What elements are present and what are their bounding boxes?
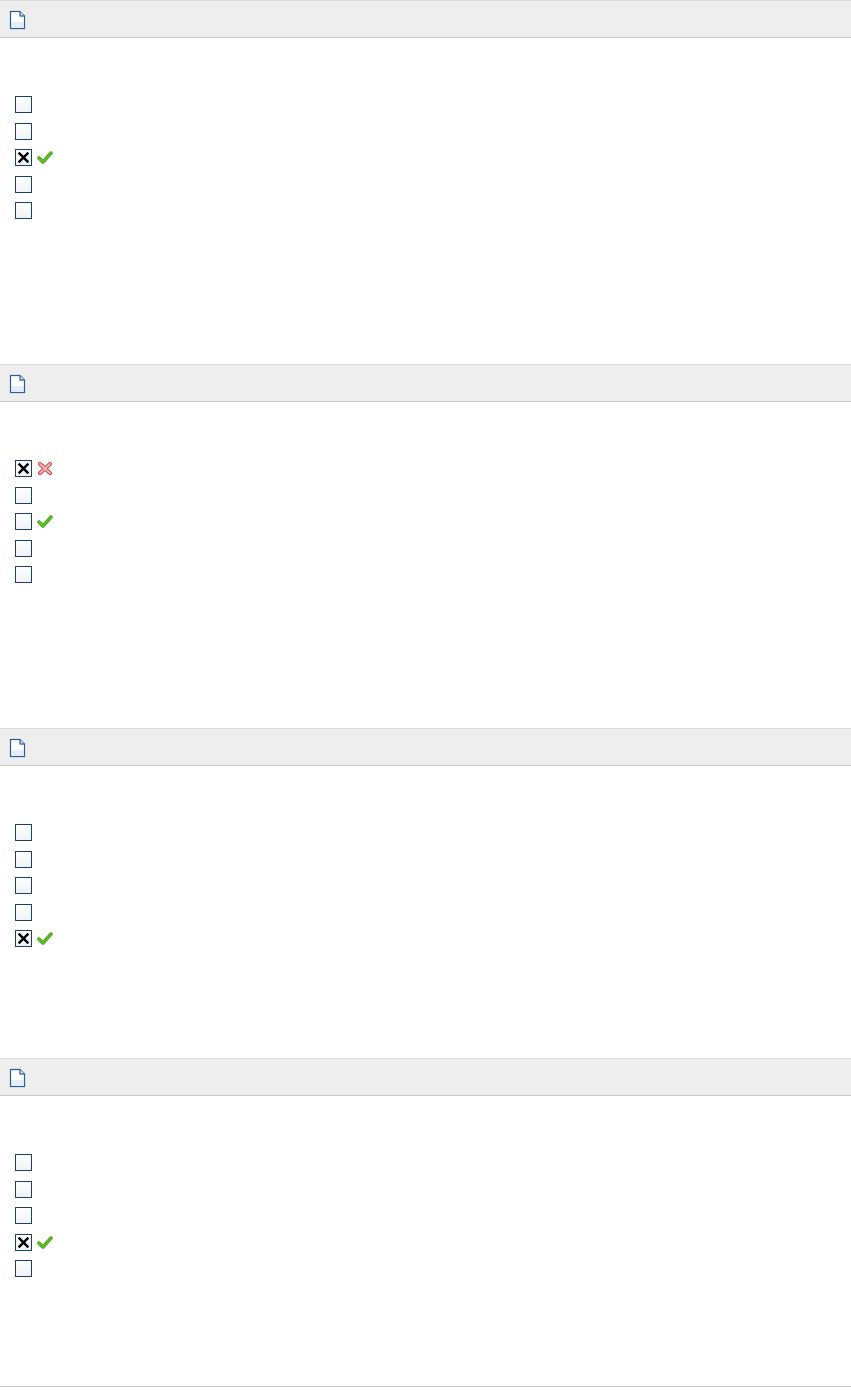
checkbox[interactable]: [15, 904, 32, 921]
checked-x-icon: [18, 463, 29, 474]
answer-option: [15, 460, 75, 478]
answer-option: [15, 202, 75, 220]
answer-option: [15, 930, 75, 948]
green-check-icon: [37, 932, 53, 945]
answer-option: [15, 877, 75, 895]
question-header: [0, 0, 851, 38]
answer-option: [15, 96, 75, 114]
answer-option: [15, 1207, 75, 1225]
answer-option: [15, 1260, 75, 1278]
question-header: [0, 364, 851, 402]
red-cross-icon: [38, 462, 52, 475]
checkbox[interactable]: [15, 1181, 32, 1198]
checkbox[interactable]: [15, 487, 32, 504]
answer-option: [15, 1181, 75, 1199]
answer-option: [15, 824, 75, 842]
answer-option: [15, 123, 75, 141]
answer-option: [15, 1234, 75, 1252]
answer-option: [15, 904, 75, 922]
checkbox[interactable]: [15, 1207, 32, 1224]
checked-x-icon: [18, 1237, 29, 1248]
green-check-icon: [37, 1236, 53, 1249]
checked-x-icon: [18, 152, 29, 163]
document-icon: [9, 10, 26, 30]
green-check-icon: [37, 151, 53, 164]
checkbox[interactable]: [15, 202, 32, 219]
answer-option: [15, 540, 75, 558]
green-check-icon: [37, 515, 53, 528]
checkbox-checked[interactable]: [15, 1234, 32, 1251]
question-header: [0, 1058, 851, 1096]
answer-option: [15, 851, 75, 869]
answer-option: [15, 513, 75, 531]
checkbox[interactable]: [15, 877, 32, 894]
checkbox[interactable]: [15, 176, 32, 193]
checkbox[interactable]: [15, 566, 32, 583]
checkbox[interactable]: [15, 824, 32, 841]
checkbox-checked[interactable]: [15, 460, 32, 477]
checkbox[interactable]: [15, 1154, 32, 1171]
question-header: [0, 728, 851, 766]
answer-option: [15, 1154, 75, 1172]
checkbox[interactable]: [15, 851, 32, 868]
document-icon: [9, 1068, 26, 1088]
checked-x-icon: [18, 933, 29, 944]
checkbox[interactable]: [15, 540, 32, 557]
checkbox[interactable]: [15, 123, 32, 140]
checkbox[interactable]: [15, 1260, 32, 1277]
document-icon: [9, 374, 26, 394]
document-icon: [9, 738, 26, 758]
checkbox[interactable]: [15, 513, 32, 530]
checkbox-checked[interactable]: [15, 930, 32, 947]
checkbox[interactable]: [15, 96, 32, 113]
answer-option: [15, 149, 75, 167]
answer-option: [15, 566, 75, 584]
checkbox-checked[interactable]: [15, 149, 32, 166]
bottom-divider: [0, 1386, 851, 1387]
answer-option: [15, 176, 75, 194]
answer-option: [15, 487, 75, 505]
